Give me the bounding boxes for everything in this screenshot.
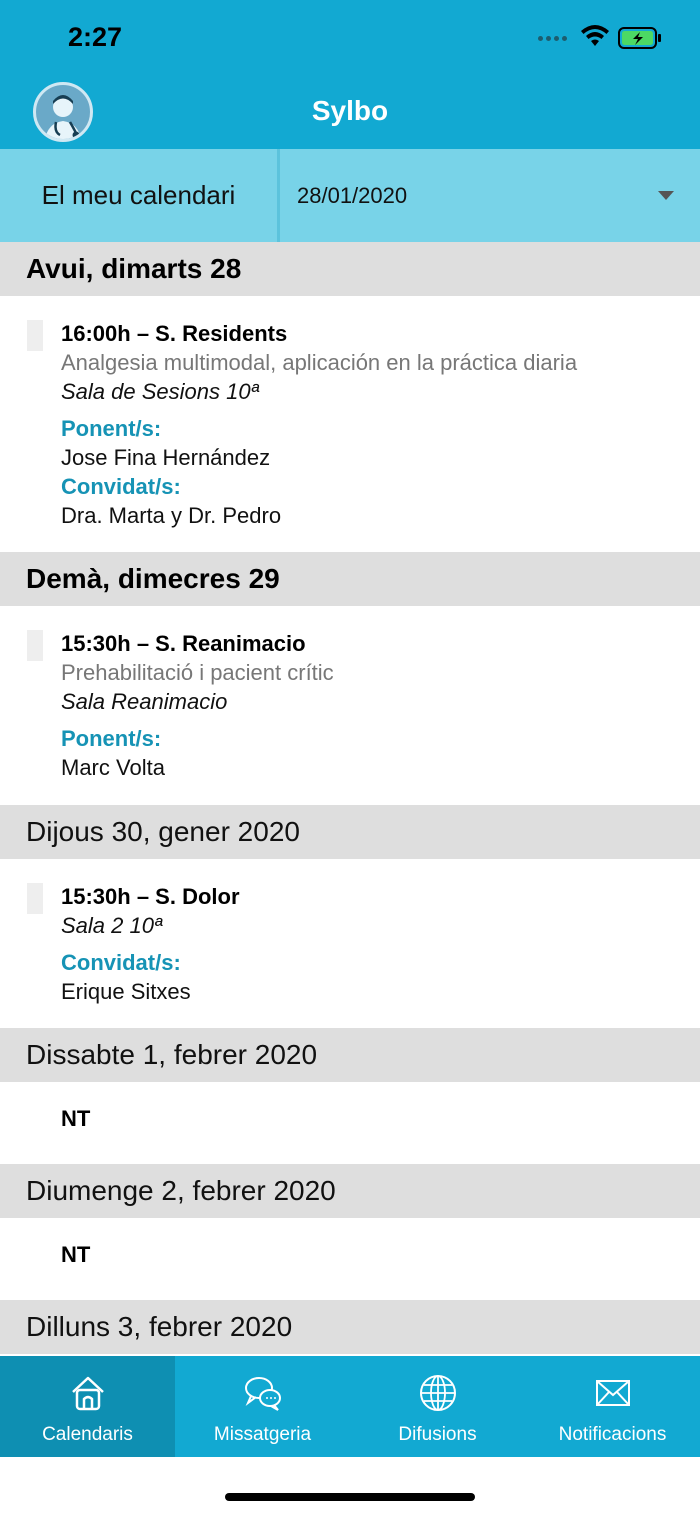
speakers-label: Ponent/s: bbox=[61, 416, 162, 441]
day-body: NT bbox=[0, 1082, 700, 1164]
day-header: Dijous 30, gener 2020 bbox=[0, 805, 700, 859]
event-list[interactable]: Avui, dimarts 28 16:00h – S. Residents A… bbox=[0, 242, 700, 1356]
battery-icon bbox=[618, 27, 661, 49]
day-body: 15:30h – S. Reanimacio Prehabilitació i … bbox=[0, 606, 700, 805]
calendar-selector-row: El meu calendari 28/01/2020 bbox=[0, 149, 700, 242]
date-dropdown-value: 28/01/2020 bbox=[297, 182, 408, 208]
event-description: Analgesia multimodal, aplicación en la p… bbox=[61, 350, 578, 375]
my-calendar-button[interactable]: El meu calendari bbox=[0, 149, 277, 242]
day-header: Diumenge 2, febrer 2020 bbox=[0, 1164, 700, 1218]
day-body: 15:30h – S. Dolor Sala 2 10ª Convidat/s:… bbox=[0, 859, 700, 1028]
globe-icon bbox=[419, 1375, 456, 1411]
no-events-note: NT bbox=[61, 1106, 91, 1131]
day-header: Dissabte 1, febrer 2020 bbox=[0, 1028, 700, 1082]
guests-value: Erique Sitxes bbox=[61, 979, 191, 1004]
event-marker bbox=[27, 630, 43, 661]
tab-label: Missatgeria bbox=[213, 1424, 312, 1445]
envelope-icon bbox=[595, 1380, 630, 1406]
signal-icon bbox=[538, 36, 567, 41]
guests-label: Convidat/s: bbox=[61, 950, 181, 975]
speakers-label: Ponent/s: bbox=[61, 726, 162, 751]
home-icon bbox=[71, 1376, 104, 1411]
no-events-note: NT bbox=[61, 1242, 91, 1267]
top-bar: 2:27 Sylbo bbox=[0, 0, 700, 149]
home-indicator-area bbox=[0, 1457, 700, 1515]
event-room: Sala Reanimacio bbox=[61, 689, 228, 714]
event-room: Sala de Sesions 10ª bbox=[61, 379, 259, 404]
event-item[interactable]: 15:30h – S. Reanimacio Prehabilitació i … bbox=[0, 606, 700, 805]
tab-calendaris[interactable]: Calendaris bbox=[0, 1356, 175, 1457]
day-header: Dilluns 3, febrer 2020 bbox=[0, 1300, 700, 1354]
event-title: 15:30h – S. Reanimacio bbox=[61, 631, 306, 656]
event-title: 16:00h – S. Residents bbox=[61, 321, 288, 346]
day-header: Avui, dimarts 28 bbox=[0, 242, 700, 296]
speakers-value: Jose Fina Hernández bbox=[61, 445, 271, 470]
tab-label: Notificacions bbox=[558, 1424, 667, 1445]
event-item[interactable]: 15:30h – S. Dolor Sala 2 10ª Convidat/s:… bbox=[0, 859, 700, 1028]
event-item[interactable]: 16:00h – S. Residents Analgesia multimod… bbox=[0, 296, 700, 552]
event-marker bbox=[27, 883, 43, 914]
date-dropdown[interactable]: 28/01/2020 bbox=[280, 149, 700, 242]
tab-label: Difusions bbox=[398, 1424, 477, 1445]
event-marker bbox=[27, 320, 43, 351]
event-room: Sala 2 10ª bbox=[61, 913, 163, 938]
bottom-tab-bar: Calendaris Missatgeria Difusions Notific… bbox=[0, 1356, 700, 1457]
tab-label: Calendaris bbox=[42, 1424, 133, 1445]
speakers-value: Marc Volta bbox=[61, 755, 165, 780]
home-indicator[interactable] bbox=[225, 1493, 475, 1501]
guests-label: Convidat/s: bbox=[61, 474, 181, 499]
guests-value: Dra. Marta y Dr. Pedro bbox=[61, 503, 282, 528]
wifi-icon bbox=[581, 25, 609, 46]
event-title: 15:30h – S. Dolor bbox=[61, 884, 240, 909]
tab-notificacions[interactable]: Notificacions bbox=[525, 1356, 700, 1457]
chat-bubbles-icon bbox=[244, 1377, 281, 1411]
day-body: NT bbox=[0, 1218, 700, 1300]
chevron-down-icon bbox=[658, 191, 674, 200]
tab-missatgeria[interactable]: Missatgeria bbox=[175, 1356, 350, 1457]
status-time: 2:27 bbox=[68, 22, 123, 52]
app-title: Sylbo bbox=[311, 95, 389, 126]
tab-difusions[interactable]: Difusions bbox=[350, 1356, 525, 1457]
day-header: Demà, dimecres 29 bbox=[0, 552, 700, 606]
day-body: 16:00h – S. Residents Analgesia multimod… bbox=[0, 296, 700, 552]
event-description: Prehabilitació i pacient crític bbox=[61, 660, 334, 685]
